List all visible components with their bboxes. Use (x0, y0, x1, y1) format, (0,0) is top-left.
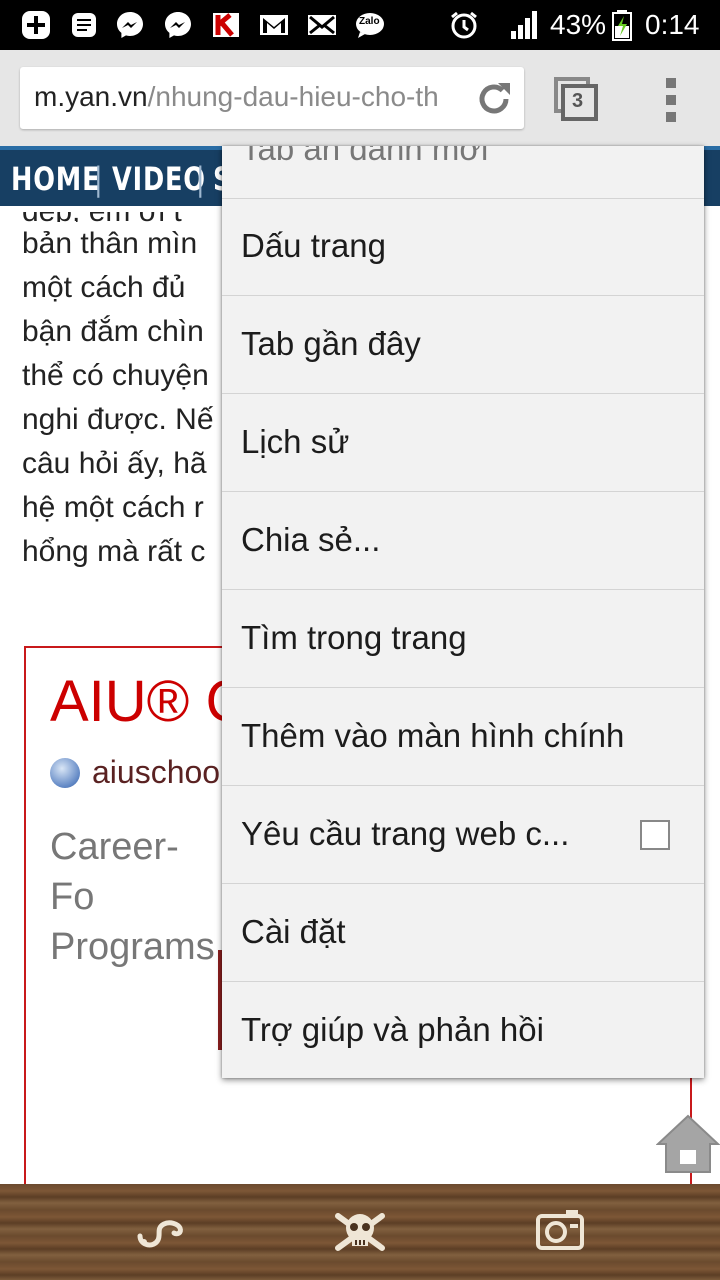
url-path: /nhung-dau-hieu-cho-th (147, 81, 439, 112)
menu-item-label: Tìm trong trang (241, 619, 467, 656)
menu-item-request-desktop-site[interactable]: Yêu cầu trang web c... (222, 787, 704, 884)
menu-item-label: Cài đặt (241, 913, 346, 950)
skull-icon[interactable] (330, 1202, 390, 1262)
menu-item-label: Thêm vào màn hình chính (241, 717, 625, 754)
bottom-toolbar (0, 1184, 720, 1280)
tab-switcher-button[interactable]: 3 (553, 76, 599, 122)
ad-url[interactable]: aiuschoo (92, 754, 220, 791)
article-line: bận đắm chìn (22, 315, 204, 348)
menu-item-help-feedback[interactable]: Trợ giúp và phản hồi (222, 983, 704, 1078)
menu-item-bookmarks[interactable]: Dấu trang (222, 199, 704, 296)
menu-item-recent-tabs[interactable]: Tab gần đây (222, 297, 704, 394)
url-field[interactable]: m.yan.vn/nhung-dau-hieu-cho-th (20, 67, 524, 129)
nav-video[interactable]: VIDEO (112, 160, 206, 198)
article-line: một cách đủ (22, 271, 186, 304)
ad-description: Career-Fo Programs (50, 822, 222, 972)
menu-item-label: Chia sẻ... (241, 521, 381, 558)
menu-item-settings[interactable]: Cài đặt (222, 885, 704, 982)
article-line: hệ một cách r (22, 491, 204, 524)
notes-icon (72, 13, 96, 37)
article-line: hổng mà rất c (22, 535, 206, 568)
battery-percent: 43% (550, 9, 607, 40)
article-line: đẹp, em ơi t (22, 212, 222, 222)
browser-toolbar: m.yan.vn/nhung-dau-hieu-cho-th (0, 50, 720, 146)
menu-item-label: Tab gần đây (241, 325, 421, 362)
more-vertical-icon (666, 78, 676, 122)
ad-desc-line: Programs (50, 926, 215, 968)
kaspersky-icon (213, 13, 239, 37)
alarm-icon (451, 11, 477, 39)
messenger-icon (117, 12, 143, 38)
clock: 0:14 (645, 9, 700, 40)
camera-icon[interactable] (530, 1202, 590, 1262)
zalo-label: Zalo (359, 16, 380, 27)
menu-item-label: Trợ giúp và phản hồi (241, 1011, 544, 1048)
globe-icon (50, 758, 80, 788)
overflow-menu-button[interactable] (664, 78, 678, 122)
article-line: nghi được. Nế (22, 403, 214, 436)
menu-item-share[interactable]: Chia sẻ... (222, 493, 704, 590)
hook-icon[interactable] (132, 1202, 192, 1262)
menu-item-label: Lịch sử (241, 423, 350, 460)
menu-item-label: Dấu trang (241, 227, 386, 264)
ad-title[interactable]: AIU® C (50, 668, 224, 735)
menu-item-find-in-page[interactable]: Tìm trong trang (222, 591, 704, 688)
status-bar: Zalo 43% 0:14 (0, 0, 720, 50)
article-line: thể có chuyện (22, 359, 209, 392)
url-domain: m.yan.vn (34, 81, 148, 112)
menu-item-label: Tab ẩn danh mới (241, 146, 489, 167)
battery-charging-icon (612, 10, 632, 41)
messenger-icon (165, 12, 191, 38)
signal-icon (511, 11, 537, 39)
tab-count: 3 (572, 90, 584, 112)
menu-item-label: Yêu cầu trang web c... (241, 815, 570, 852)
article-line: câu hỏi ấy, hã (22, 447, 207, 480)
nav-home[interactable]: HOME (11, 160, 100, 198)
gmail-icon (260, 15, 288, 35)
reload-icon[interactable] (474, 79, 514, 119)
request-desktop-checkbox[interactable] (640, 820, 670, 850)
nav-separator: | (196, 160, 206, 198)
menu-item-add-to-home-screen[interactable]: Thêm vào màn hình chính (222, 689, 704, 786)
ad-desc-line: Career-Fo (50, 826, 179, 918)
article-line: bản thân mìn (22, 227, 198, 260)
nav-separator: | (94, 160, 104, 198)
plus-icon (22, 11, 50, 39)
menu-item-history[interactable]: Lịch sử (222, 395, 704, 492)
menu-item-new-incognito-tab[interactable]: Tab ẩn danh mới (222, 146, 704, 199)
home-icon[interactable] (656, 1112, 720, 1176)
mail-icon (308, 15, 336, 35)
url-text[interactable]: m.yan.vn/nhung-dau-hieu-cho-th (34, 81, 466, 113)
overflow-menu: Tab ẩn danh mới Dấu trang Tab gần đây Lị… (222, 146, 704, 1078)
